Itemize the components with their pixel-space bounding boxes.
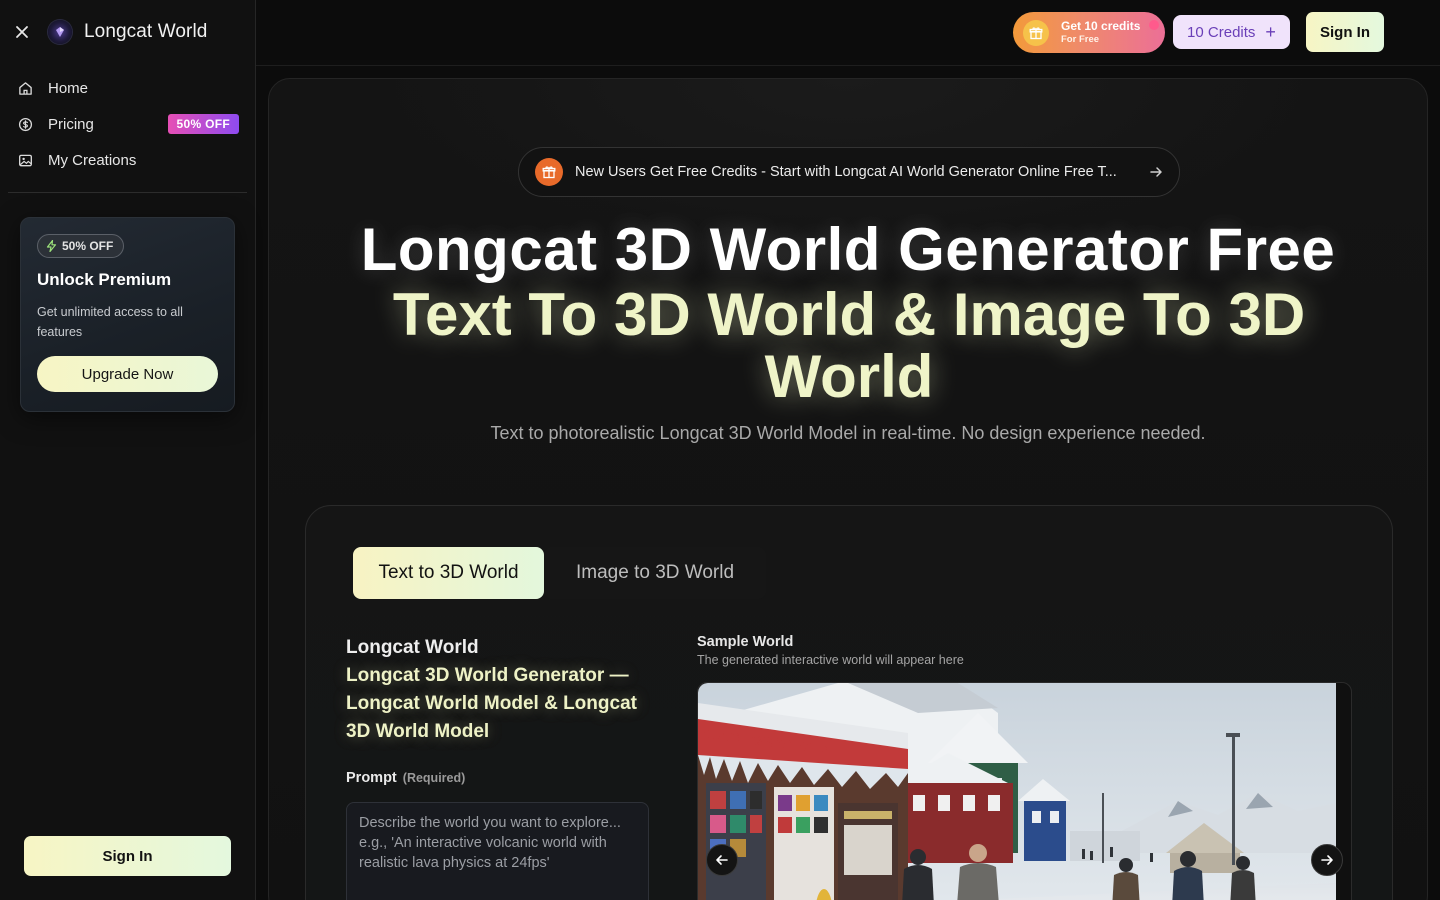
sidebar-sign-in-button[interactable]: Sign In — [24, 836, 231, 876]
sidebar-item-label: Home — [48, 79, 89, 97]
sidebar: Longcat World Home Pricing 50% OFF My Cr… — [0, 0, 256, 900]
promo-badge-label: 50% OFF — [62, 239, 114, 253]
arrow-left-icon — [716, 855, 728, 865]
preview-column: Sample World The generated interactive w… — [697, 634, 1353, 900]
promo-description: Get unlimited access to all features — [37, 305, 183, 339]
dollar-circle-icon — [17, 116, 33, 132]
sample-world-preview: SUNGLASSES HATS — [697, 682, 1352, 900]
previous-sample-button[interactable] — [706, 844, 738, 876]
gift-icon — [535, 158, 563, 186]
next-sample-button[interactable] — [1311, 844, 1343, 876]
free-credits-button[interactable]: Get 10 credits For Free — [1013, 12, 1165, 53]
hero-title: Longcat 3D World Generator Free — [360, 216, 1336, 283]
prompt-label-text: Prompt — [346, 770, 397, 786]
generator-tabs: Text to 3D World Image to 3D World — [353, 547, 767, 599]
upgrade-now-button[interactable]: Upgrade Now — [37, 356, 218, 392]
top-bar: Get 10 credits For Free 10 Credits + Sig… — [256, 0, 1440, 66]
tab-image-to-3d-world[interactable]: Image to 3D World — [544, 547, 767, 599]
generator-subheading: Longcat 3D World Generator — Longcat Wor… — [346, 665, 637, 742]
tab-text-to-3d-world[interactable]: Text to 3D World — [353, 547, 544, 599]
sample-world-image: SUNGLASSES HATS — [698, 683, 1336, 900]
free-credits-title: Get 10 credits — [1061, 19, 1141, 33]
plus-icon: + — [1265, 22, 1276, 42]
sidebar-item-label: Pricing — [48, 115, 94, 133]
hero-subtitle-highlight: Text To 3D World & Image To 3D World — [392, 281, 1306, 410]
home-icon — [17, 80, 33, 96]
free-credits-subtitle: For Free — [1061, 34, 1100, 45]
sidebar-item-home[interactable]: Home — [8, 70, 247, 106]
credits-label: 10 Credits — [1187, 23, 1256, 41]
main-content: New Users Get Free Credits - Start with … — [268, 78, 1428, 900]
sidebar-header: Longcat World — [14, 16, 207, 48]
sample-world-subtitle: The generated interactive world will app… — [697, 653, 964, 667]
close-sidebar-button[interactable] — [14, 24, 30, 40]
free-credits-text: Get 10 credits For Free — [1061, 19, 1140, 46]
top-sign-in-button[interactable]: Sign In — [1306, 12, 1384, 52]
sample-world-title: Sample World — [697, 634, 794, 650]
announcement-text: New Users Get Free Credits - Start with … — [575, 164, 1117, 180]
image-icon — [17, 152, 33, 168]
lightning-icon — [46, 240, 57, 252]
prompt-input[interactable]: Describe the world you want to explore..… — [346, 802, 649, 900]
logo-icon[interactable] — [48, 20, 72, 44]
sidebar-item-pricing[interactable]: Pricing 50% OFF — [8, 106, 247, 142]
arrow-right-icon — [1149, 165, 1163, 179]
prompt-column: Longcat World Longcat 3D World Generator… — [346, 634, 651, 900]
app-title[interactable]: Longcat World — [84, 21, 207, 43]
promo-title: Unlock Premium — [37, 270, 172, 289]
promo-discount-badge: 50% OFF — [37, 234, 125, 258]
generator-panel: Text to 3D World Image to 3D World Longc… — [305, 505, 1393, 900]
discount-badge: 50% OFF — [167, 114, 239, 134]
premium-promo-card: 50% OFF Unlock Premium Get unlimited acc… — [20, 217, 235, 412]
credits-button[interactable]: 10 Credits + — [1173, 15, 1290, 49]
sidebar-divider — [8, 192, 247, 193]
sidebar-item-my-creations[interactable]: My Creations — [8, 142, 247, 178]
sidebar-nav: Home Pricing 50% OFF My Creations — [8, 70, 247, 178]
notification-dot — [1149, 20, 1159, 30]
generator-heading: Longcat World — [346, 637, 479, 658]
prompt-required-label: (Required) — [402, 771, 466, 785]
arrow-right-icon — [1321, 855, 1333, 865]
close-icon — [16, 26, 28, 38]
hero-description: Text to photorealistic Longcat 3D World … — [490, 423, 1206, 443]
sidebar-item-label: My Creations — [48, 151, 137, 169]
announcement-banner[interactable]: New Users Get Free Credits - Start with … — [518, 147, 1180, 197]
gift-icon — [1023, 19, 1049, 46]
prompt-label: Prompt (Required) — [346, 770, 651, 786]
